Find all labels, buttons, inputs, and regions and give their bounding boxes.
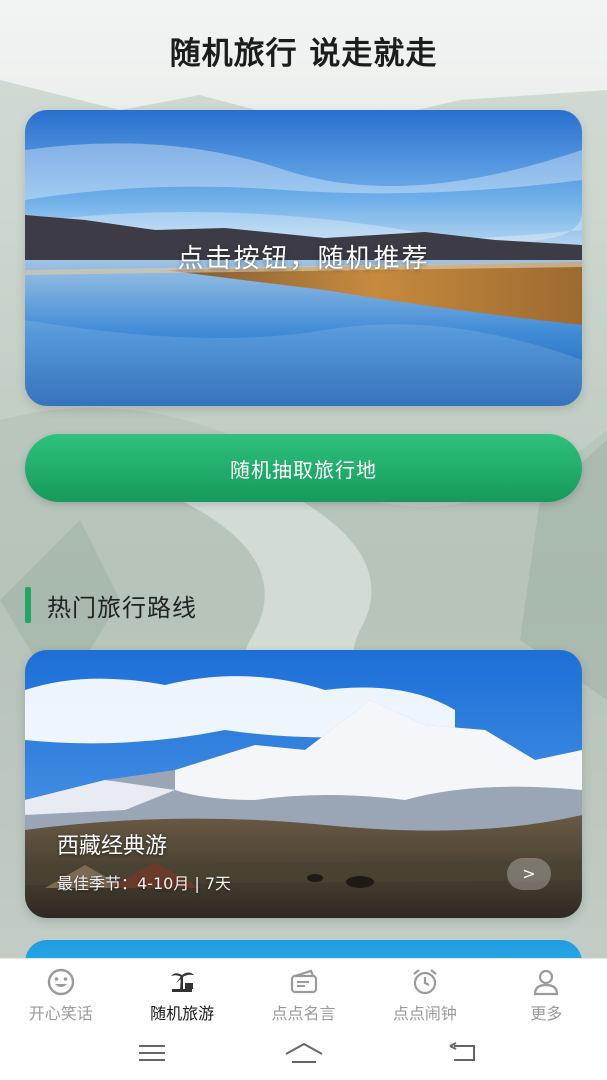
tab-random-travel[interactable]: 随机旅游 bbox=[121, 959, 242, 1030]
route-meta: 最佳季节：4-10月 | 7天 bbox=[57, 874, 232, 893]
tab-jokes[interactable]: 开心笑话 bbox=[0, 959, 121, 1030]
tab-label: 更多 bbox=[530, 1004, 563, 1023]
bottom-tab-bar: 开心笑话 随机旅游 点点名言 点点闹钟 更多 bbox=[0, 958, 607, 1030]
palm-tree-icon bbox=[166, 967, 198, 997]
route-detail-arrow[interactable]: > bbox=[507, 858, 551, 890]
home-icon[interactable] bbox=[284, 1040, 324, 1066]
tab-label: 点点名言 bbox=[271, 1004, 336, 1023]
smiley-icon bbox=[45, 967, 77, 997]
user-icon bbox=[530, 967, 562, 997]
alarm-clock-icon bbox=[409, 967, 441, 997]
hero-prompt-text: 点击按钮，随机推荐 bbox=[177, 244, 430, 274]
back-icon[interactable] bbox=[442, 1040, 482, 1066]
section-header-popular-routes: 热门旅行路线 bbox=[25, 585, 425, 625]
tab-more[interactable]: 更多 bbox=[486, 959, 607, 1030]
section-title: 热门旅行路线 bbox=[47, 594, 197, 622]
card-icon bbox=[288, 967, 320, 997]
hero-banner[interactable]: 点击按钮，随机推荐 bbox=[25, 110, 582, 406]
route-name: 西藏经典游 bbox=[57, 834, 168, 859]
tab-label: 随机旅游 bbox=[150, 1004, 215, 1023]
random-destination-button[interactable]: 随机抽取旅行地 bbox=[25, 434, 582, 502]
section-accent-bar bbox=[25, 587, 31, 623]
page-title: 随机旅行 说走就走 bbox=[169, 36, 438, 72]
tab-quotes[interactable]: 点点名言 bbox=[243, 959, 364, 1030]
route-card[interactable]: 西藏经典游 最佳季节：4-10月 | 7天 > bbox=[25, 650, 582, 918]
menu-icon[interactable] bbox=[132, 1040, 172, 1066]
system-nav-bar bbox=[0, 1030, 607, 1080]
tab-label: 开心笑话 bbox=[28, 1004, 93, 1023]
tab-label: 点点闹钟 bbox=[392, 1004, 457, 1023]
tab-alarm[interactable]: 点点闹钟 bbox=[364, 959, 485, 1030]
